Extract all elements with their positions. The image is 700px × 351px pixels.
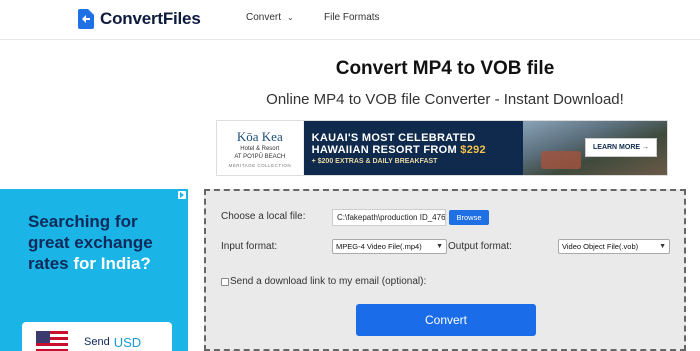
left-ad-headline-1: Searching for (28, 212, 138, 231)
ad-line-1: KAUAI'S MOST CELEBRATED (311, 131, 476, 144)
ad-brand-tag: MERITAGE COLLECTION (228, 162, 292, 168)
nav-file-formats[interactable]: File Formats (324, 12, 380, 23)
ad-line-3: + $200 EXTRAS & DAILY BREAKFAST (311, 157, 438, 165)
input-format-label: Input format: (221, 241, 278, 252)
email-option-label: Send a download link to my email (option… (230, 276, 427, 287)
chevron-down-icon: ▼ (659, 243, 666, 250)
nav-convert-label: Convert (246, 12, 282, 23)
ad-price: $292 (460, 143, 486, 156)
site-header: ConvertFiles Convert ⌄ File Formats (0, 0, 700, 40)
site-logo[interactable]: ConvertFiles (78, 7, 201, 31)
send-currency: USD (113, 334, 142, 350)
output-format-select[interactable]: Video Object File(.vob) ▼ (558, 239, 670, 254)
chevron-down-icon: ⌄ (287, 13, 294, 22)
left-ad-headline-3: rates for India? (28, 253, 178, 274)
left-ad-headline-3b: for India? (73, 254, 151, 273)
ad-text-panel: KAUAI'S MOST CELEBRATED HAWAIIAN RESORT … (303, 121, 523, 175)
top-banner-ad[interactable]: Kōa Kea Hotel & Resort AT PO'IPŪ BEACH M… (216, 120, 668, 176)
browse-button[interactable]: Browse (449, 210, 489, 225)
local-file-label: Choose a local file: (221, 211, 306, 222)
nav-file-formats-label: File Formats (324, 12, 380, 23)
send-currency-box[interactable]: Send USD (22, 322, 172, 351)
left-ad-headline: Searching for great exchange rates for I… (28, 211, 178, 274)
nav-convert[interactable]: Convert ⌄ (246, 12, 294, 23)
chevron-down-icon: ▼ (436, 243, 443, 250)
send-label: Send (84, 336, 110, 348)
ad-line-2: HAWAIIAN RESORT FROM $292 (312, 144, 515, 156)
left-ad-headline-2: great exchange (28, 233, 153, 252)
logo-text: ConvertFiles (100, 9, 201, 28)
page-title: Convert MP4 to VOB file (335, 58, 555, 79)
ad-brand-logo: Kōa Kea Hotel & Resort AT PO'IPŪ BEACH M… (217, 121, 304, 175)
local-file-input[interactable]: C:\fakepath\production ID_47696 (332, 209, 446, 226)
email-option-row: Send a download link to my email (option… (221, 276, 426, 287)
us-flag-icon (36, 331, 68, 351)
ad-line-2-text: HAWAIIAN RESORT FROM (311, 143, 461, 156)
page-subtitle: Online MP4 to VOB file Converter - Insta… (266, 91, 624, 108)
ad-brand-sub-2: AT PO'IPŪ BEACH (234, 153, 286, 160)
left-ad-headline-3a: rates (28, 254, 74, 273)
output-format-label: Output format: (448, 241, 512, 252)
logo-icon (78, 9, 94, 29)
ad-brand-sub-1: Hotel & Resort (240, 145, 280, 152)
convert-button[interactable]: Convert (356, 304, 536, 336)
input-format-value: MPEG-4 Video File(.mp4) (336, 242, 422, 251)
output-format-value: Video Object File(.vob) (562, 242, 639, 251)
ad-choices-icon[interactable] (178, 191, 186, 199)
input-format-select[interactable]: MPEG-4 Video File(.mp4) ▼ (332, 239, 447, 254)
ad-learn-more-button[interactable]: LEARN MORE → (585, 138, 657, 157)
ad-brand-name: Kōa Kea (236, 128, 283, 144)
ad-photo: LEARN MORE → (522, 121, 667, 175)
email-checkbox[interactable] (221, 277, 229, 286)
converter-panel: Choose a local file: C:\fakepath\product… (204, 189, 686, 351)
